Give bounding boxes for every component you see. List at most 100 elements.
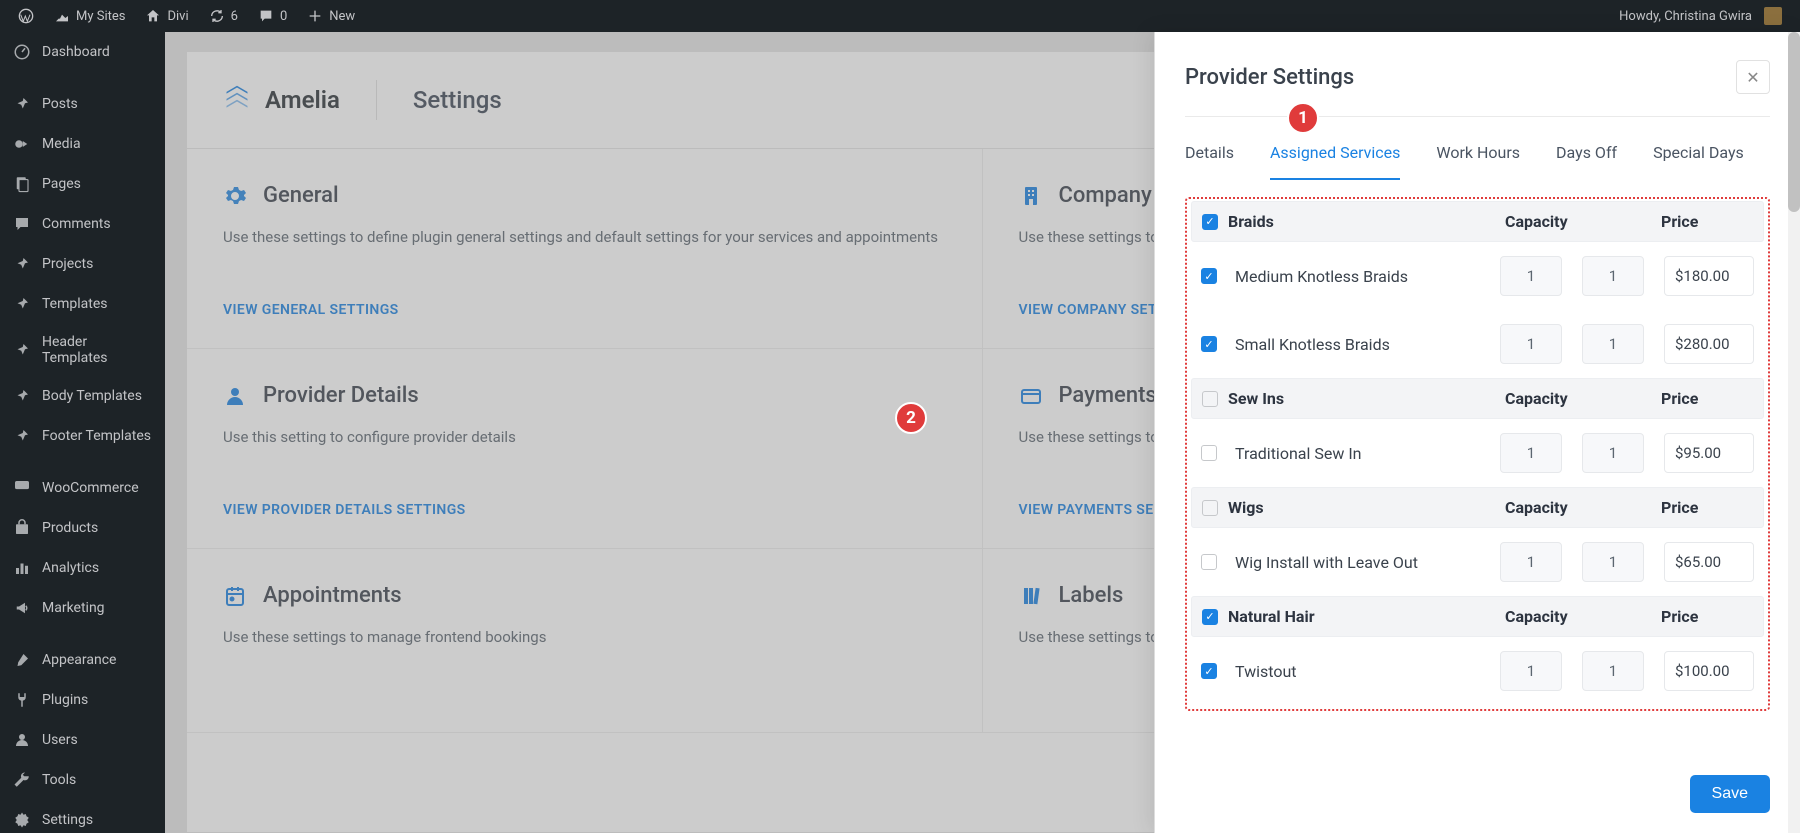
service-checkbox[interactable]: ✓ <box>1201 663 1217 679</box>
service-checkbox[interactable] <box>1201 445 1217 461</box>
tab-assigned-services[interactable]: Assigned Services <box>1270 133 1400 180</box>
price-input[interactable]: $280.00 <box>1664 324 1754 364</box>
new-content[interactable]: New <box>297 0 365 32</box>
home-icon <box>145 8 161 24</box>
sidebar-item-users[interactable]: Users <box>0 720 165 760</box>
gear-icon <box>12 810 32 830</box>
capacity-max-input[interactable]: 1 <box>1582 256 1644 296</box>
sidebar-item-marketing[interactable]: Marketing <box>0 588 165 628</box>
service-group-header: ✓BraidsCapacityPrice <box>1191 201 1764 242</box>
pin-icon <box>12 426 32 446</box>
tab-details[interactable]: Details <box>1185 133 1234 180</box>
sidebar-item-label: Tools <box>42 772 76 788</box>
pages-icon <box>12 174 32 194</box>
comment-icon <box>12 214 32 234</box>
sidebar-item-pages[interactable]: Pages <box>0 164 165 204</box>
sidebar-item-plugins[interactable]: Plugins <box>0 680 165 720</box>
service-row: Wig Install with Leave Out11$65.00 <box>1191 528 1764 596</box>
capacity-max-input[interactable]: 1 <box>1582 651 1644 691</box>
wrench-icon <box>12 770 32 790</box>
sidebar-item-dashboard[interactable]: Dashboard <box>0 32 165 72</box>
sidebar-item-posts[interactable]: Posts <box>0 84 165 124</box>
capacity-min-input[interactable]: 1 <box>1500 542 1562 582</box>
sidebar-item-label: Analytics <box>42 560 99 576</box>
service-checkbox[interactable]: ✓ <box>1201 268 1217 284</box>
annotation-badge-1: 1 <box>1287 102 1319 134</box>
col-price-label: Price <box>1661 498 1753 517</box>
sidebar-item-settings[interactable]: Settings <box>0 800 165 833</box>
capacity-min-input[interactable]: 1 <box>1500 651 1562 691</box>
tab-special-days[interactable]: Special Days <box>1653 133 1744 180</box>
service-row: ✓Twistout11$100.00 <box>1191 637 1764 705</box>
group-checkbox[interactable]: ✓ <box>1202 609 1218 625</box>
annotation-badge-2: 2 <box>895 402 927 434</box>
sidebar-item-comments[interactable]: Comments <box>0 204 165 244</box>
group-checkbox[interactable] <box>1202 500 1218 516</box>
analytics-icon <box>12 558 32 578</box>
updates[interactable]: 6 <box>199 0 248 32</box>
service-row: ✓ Medium Knotless Braids 11 $180.00 <box>1191 242 1764 310</box>
sidebar-item-footer-templates[interactable]: Footer Templates <box>0 416 165 456</box>
capacity-min-input[interactable]: 1 <box>1500 324 1562 364</box>
sidebar-item-appearance[interactable]: Appearance <box>0 640 165 680</box>
capacity-min-input[interactable]: 1 <box>1500 433 1562 473</box>
group-name: Sew Ins <box>1218 389 1505 408</box>
sidebar-item-label: Body Templates <box>42 388 142 404</box>
tab-days-off[interactable]: Days Off <box>1556 133 1617 180</box>
bar-comments[interactable]: 0 <box>248 0 297 32</box>
sidebar-item-label: Marketing <box>42 600 105 616</box>
sidebar-item-woocommerce[interactable]: WooCommerce <box>0 468 165 508</box>
sidebar-item-body-templates[interactable]: Body Templates <box>0 376 165 416</box>
woo-icon <box>12 478 32 498</box>
page-scrollbar[interactable] <box>1788 32 1800 833</box>
capacity-max-input[interactable]: 1 <box>1582 433 1644 473</box>
site-name-label: Divi <box>167 9 188 24</box>
pin-icon <box>12 386 32 406</box>
refresh-icon <box>209 8 225 24</box>
pin-icon <box>12 254 32 274</box>
sidebar-item-label: Footer Templates <box>42 428 151 444</box>
group-name: Braids <box>1218 212 1505 231</box>
pin-icon <box>12 94 32 114</box>
price-input[interactable]: $100.00 <box>1664 651 1754 691</box>
sidebar-item-products[interactable]: Products <box>0 508 165 548</box>
sidebar-item-projects[interactable]: Projects <box>0 244 165 284</box>
my-sites[interactable]: My Sites <box>44 0 135 32</box>
group-checkbox[interactable]: ✓ <box>1202 214 1218 230</box>
sidebar-item-label: Appearance <box>42 652 116 668</box>
tab-work-hours[interactable]: Work Hours <box>1436 133 1520 180</box>
sidebar-item-templates[interactable]: Templates <box>0 284 165 324</box>
howdy-user[interactable]: Howdy, Christina Gwira <box>1609 0 1792 32</box>
user-icon <box>12 730 32 750</box>
service-row: ✓Small Knotless Braids11$280.00 <box>1191 310 1764 378</box>
price-input[interactable]: $95.00 <box>1664 433 1754 473</box>
service-group-header: ✓Natural HairCapacityPrice <box>1191 596 1764 637</box>
price-input[interactable]: $65.00 <box>1664 542 1754 582</box>
panel-tabs: Details Assigned Services Work Hours Days O… <box>1185 133 1770 181</box>
col-price-label: Price <box>1661 389 1753 408</box>
capacity-max-input[interactable]: 1 <box>1582 542 1644 582</box>
group-name: Natural Hair <box>1218 607 1505 626</box>
sidebar-item-tools[interactable]: Tools <box>0 760 165 800</box>
wp-logo[interactable] <box>8 0 44 32</box>
price-input[interactable]: $180.00 <box>1664 256 1754 296</box>
group-checkbox[interactable] <box>1202 391 1218 407</box>
capacity-min-input[interactable]: 1 <box>1500 256 1562 296</box>
service-checkbox[interactable] <box>1201 554 1217 570</box>
capacity-max-input[interactable]: 1 <box>1582 324 1644 364</box>
comments-count: 0 <box>280 9 287 24</box>
service-checkbox[interactable]: ✓ <box>1201 336 1217 352</box>
sites-icon <box>54 8 70 24</box>
close-button[interactable]: ✕ <box>1736 60 1770 94</box>
save-button[interactable]: Save <box>1690 775 1770 813</box>
site-name[interactable]: Divi <box>135 0 198 32</box>
sidebar-item-media[interactable]: Media <box>0 124 165 164</box>
sidebar-item-analytics[interactable]: Analytics <box>0 548 165 588</box>
pin-icon <box>12 294 32 314</box>
wp-admin-bar: My Sites Divi 6 0 New <box>0 0 1800 32</box>
service-row: Traditional Sew In11$95.00 <box>1191 419 1764 487</box>
comment-icon <box>258 8 274 24</box>
sidebar-item-header-templates[interactable]: Header Templates <box>0 324 165 376</box>
sidebar-item-label: Header Templates <box>42 334 153 366</box>
service-name: Medium Knotless Braids <box>1225 267 1492 286</box>
